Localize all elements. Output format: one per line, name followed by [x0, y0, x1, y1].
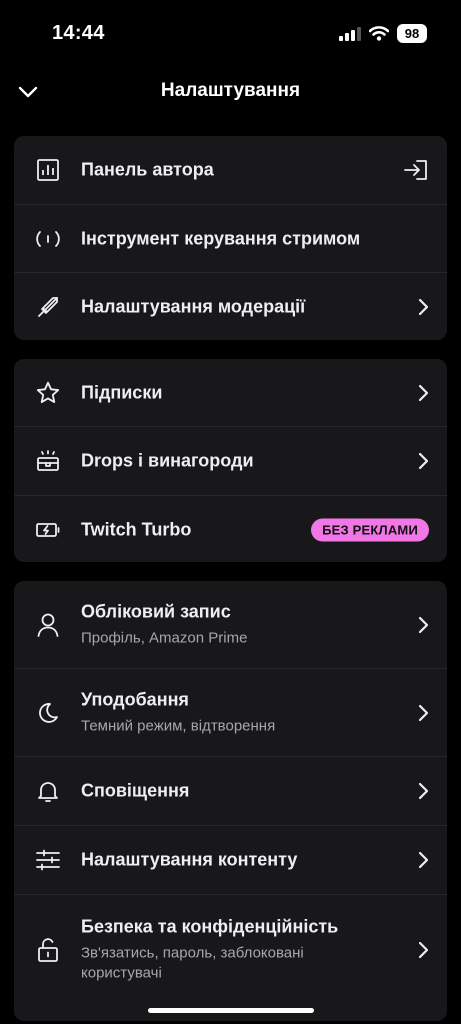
external-open-icon [403, 158, 429, 182]
header: Налаштування [0, 72, 461, 112]
content-settings-row[interactable]: Налаштування контенту [14, 825, 447, 894]
home-indicator[interactable] [148, 1008, 314, 1013]
battery-icon: 98 [397, 24, 427, 43]
chest-icon [34, 447, 62, 475]
row-label: Безпека та конфіденційність [81, 916, 339, 937]
sliders-icon [34, 846, 62, 874]
bell-icon [34, 777, 62, 805]
row-label: Підписки [81, 382, 163, 402]
row-label: Уподобання [81, 689, 189, 709]
wifi-icon [369, 26, 389, 41]
moon-icon [34, 699, 62, 727]
row-label: Панель автора [81, 159, 214, 180]
row-label: Налаштування контенту [81, 849, 298, 870]
row-subtitle: Зв'язатись, пароль, заблоковані користув… [81, 944, 304, 982]
dashboard-chart-icon [34, 156, 62, 184]
row-label: Інструмент керування стримом [81, 228, 361, 248]
notifications-row[interactable]: Сповіщення [14, 756, 447, 825]
battery-bolt-icon [34, 516, 62, 544]
sword-icon [34, 293, 62, 321]
row-label: Налаштування модерації [81, 296, 306, 317]
security-privacy-row[interactable]: Безпека та конфіденційність Зв'язатись, … [14, 894, 447, 1005]
subscriptions-card: Підписки Drops і винагороди Twitch Turbo… [14, 359, 447, 562]
row-label: Drops і винагороди [81, 450, 254, 471]
row-subtitle: Профіль, Amazon Prime [81, 629, 248, 646]
badge-text: БЕЗ РЕКЛАМИ [311, 518, 429, 542]
chevron-right-icon [417, 452, 429, 470]
subscriptions-row[interactable]: Підписки [14, 359, 447, 426]
preferences-row[interactable]: Уподобання Темний режим, відтворення [14, 668, 447, 756]
account-row[interactable]: Обліковий запис Профіль, Amazon Prime [14, 581, 447, 668]
user-icon [34, 611, 62, 639]
page-title: Налаштування [160, 80, 301, 101]
creator-card: Панель автора Інструмент керування стрим… [14, 136, 447, 340]
row-label: Обліковий запис [81, 601, 231, 621]
broadcast-icon [34, 225, 62, 253]
chevron-right-icon [417, 941, 429, 959]
status-time: 14:44 [52, 22, 105, 44]
status-bar: 14:44 98 [0, 0, 461, 70]
chevron-right-icon [417, 851, 429, 869]
creator-dashboard-row[interactable]: Панель автора [14, 136, 447, 204]
chevron-right-icon [417, 782, 429, 800]
drops-rewards-row[interactable]: Drops і винагороди [14, 426, 447, 495]
chevron-right-icon [417, 616, 429, 634]
star-icon [34, 379, 62, 407]
status-icons: 98 [339, 24, 427, 43]
stream-manager-row[interactable]: Інструмент керування стримом [14, 204, 447, 272]
cellular-signal-icon [339, 26, 361, 41]
chevron-right-icon [417, 704, 429, 722]
no-ads-badge: БЕЗ РЕКЛАМИ [311, 518, 429, 542]
chevron-right-icon [417, 384, 429, 402]
account-card: Обліковий запис Профіль, Amazon Prime Уп… [14, 581, 447, 1021]
row-label: Сповіщення [81, 780, 190, 801]
moderation-settings-row[interactable]: Налаштування модерації [14, 272, 447, 340]
chevron-right-icon [417, 298, 429, 316]
twitch-turbo-row[interactable]: Twitch Turbo БЕЗ РЕКЛАМИ [14, 495, 447, 562]
unlock-icon [34, 936, 62, 964]
row-subtitle: Темний режим, відтворення [81, 717, 276, 734]
